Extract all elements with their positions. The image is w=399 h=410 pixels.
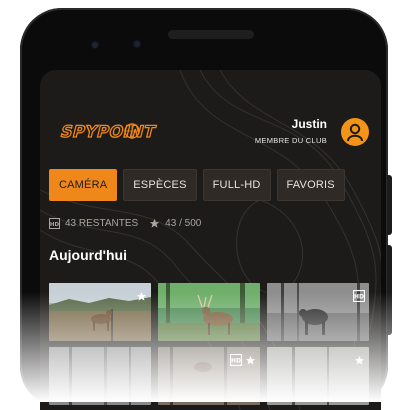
star-icon	[149, 218, 160, 229]
photo-thumbnail[interactable]: HD	[267, 283, 369, 341]
stats-bar: HD 43 RESTANTES 43 / 500	[49, 218, 201, 229]
tab-camera[interactable]: CAMÉRA	[49, 169, 118, 201]
buck-photo	[158, 283, 260, 341]
forest-photo	[49, 347, 151, 405]
photo-thumbnail[interactable]	[49, 347, 151, 405]
photo-thumbnail[interactable]: HD	[158, 347, 260, 405]
section-title: Aujourd'hui	[49, 247, 127, 263]
app-screen: SPYPOINT Justin MEMBRE DU CLUB CAMÉRA ES…	[40, 70, 381, 410]
spypoint-logo: SPYPOINT	[58, 122, 158, 142]
star-icon[interactable]	[136, 287, 147, 306]
svg-text:HD: HD	[231, 358, 241, 365]
membership-label: MEMBRE DU CLUB	[254, 136, 327, 145]
tab-favorites[interactable]: FAVORIS	[276, 169, 345, 201]
filter-tabs: CAMÉRA ESPÈCES FULL-HD FAVORIS	[49, 169, 345, 201]
svg-text:SPYPOINT: SPYPOINT	[59, 122, 158, 141]
hd-icon: HD	[230, 351, 242, 370]
hd-icon: HD	[353, 287, 365, 306]
user-name[interactable]: Justin	[292, 117, 327, 131]
svg-text:HD: HD	[354, 294, 364, 301]
star-icon[interactable]	[245, 351, 256, 370]
power-button	[387, 175, 392, 235]
hd-icon: HD	[49, 218, 60, 229]
hd-remaining: 43 RESTANTES	[65, 218, 139, 229]
front-camera	[134, 41, 140, 47]
tab-full-hd[interactable]: FULL-HD	[202, 169, 271, 201]
favorites-count: 43 / 500	[165, 218, 202, 229]
photo-thumbnail[interactable]	[267, 347, 369, 405]
earpiece-speaker	[168, 30, 254, 39]
svg-text:HD: HD	[50, 222, 60, 228]
avatar[interactable]	[341, 118, 369, 146]
tab-species[interactable]: ESPÈCES	[123, 169, 197, 201]
volume-button	[387, 245, 392, 335]
star-icon[interactable]	[354, 351, 365, 370]
photo-thumbnail[interactable]	[158, 283, 260, 341]
photo-thumbnail[interactable]	[49, 283, 151, 341]
sensor-dot	[92, 42, 98, 48]
user-icon	[347, 123, 363, 141]
